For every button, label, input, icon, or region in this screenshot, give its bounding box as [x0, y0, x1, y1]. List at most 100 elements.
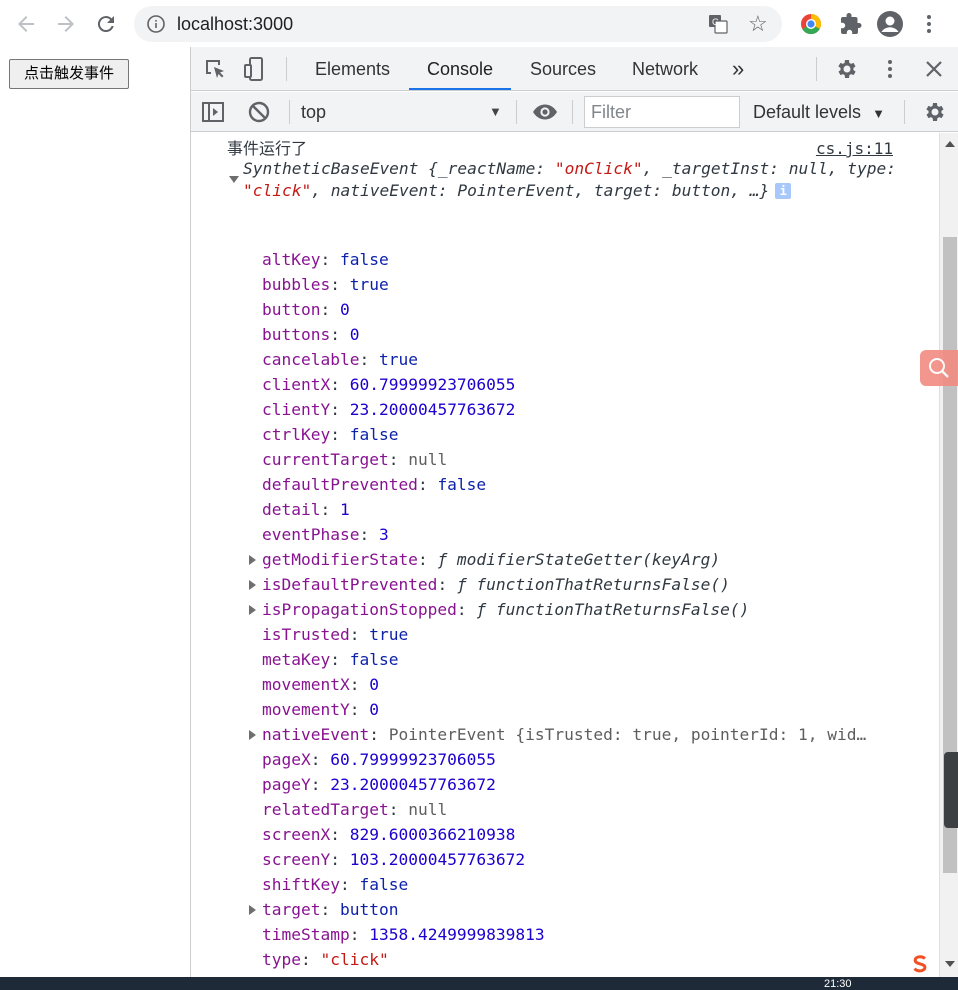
- property-row: cancelable: true: [262, 350, 418, 369]
- object-summary-text: , _targetInst:: [642, 159, 789, 178]
- property-row: altKey: false: [262, 250, 389, 269]
- expand-triangle-icon[interactable]: [249, 555, 256, 565]
- address-bar[interactable]: localhost:3000 G ☆: [134, 6, 782, 42]
- translate-icon[interactable]: G: [708, 14, 728, 39]
- property-row[interactable]: isDefaultPrevented: ƒ functionThatReturn…: [262, 572, 730, 597]
- profile-avatar-icon[interactable]: [876, 10, 904, 43]
- ime-s-icon[interactable]: [908, 952, 932, 976]
- property-value: PointerEvent {isTrusted: true, pointerId…: [388, 725, 867, 744]
- separator: [816, 57, 817, 81]
- settings-gear-icon[interactable]: [834, 57, 858, 86]
- property-row: movementX: 0: [262, 675, 379, 694]
- sidebar-toggle-icon[interactable]: [201, 100, 225, 129]
- property-row: relatedTarget: null: [262, 800, 448, 819]
- more-tabs-button[interactable]: »: [716, 47, 760, 90]
- property-value: false: [359, 875, 409, 894]
- chrome-menu-icon[interactable]: [922, 12, 936, 41]
- tab-sources[interactable]: Sources: [512, 47, 614, 90]
- property-key: isPropagationStopped: [262, 600, 457, 619]
- property-row: pageX: 60.79999923706055: [262, 750, 496, 769]
- tab-elements[interactable]: Elements: [297, 47, 408, 90]
- scroll-down-arrow-icon[interactable]: [945, 961, 955, 967]
- console-settings-gear-icon[interactable]: [922, 100, 946, 129]
- devtools-menu-icon[interactable]: [883, 57, 897, 86]
- property-row: buttons: 0: [262, 325, 360, 344]
- property-key: screenY: [262, 850, 331, 869]
- property-value: false: [437, 475, 487, 494]
- context-selector[interactable]: top ▼: [301, 98, 506, 126]
- property-row[interactable]: isPropagationStopped: ƒ functionThatRetu…: [262, 597, 749, 622]
- property-value: ƒ modifierStateGetter(keyArg): [437, 550, 721, 569]
- separator: [516, 100, 517, 124]
- tab-console[interactable]: Console: [409, 47, 512, 90]
- property-value: 0: [369, 700, 379, 719]
- property-value: false: [349, 425, 399, 444]
- property-value: 23.20000457763672: [349, 400, 516, 419]
- reload-icon[interactable]: [94, 12, 118, 36]
- console-scrollbar[interactable]: [939, 133, 958, 977]
- collapse-triangle-icon[interactable]: [229, 176, 239, 183]
- log-levels-label: Default levels: [753, 102, 862, 122]
- expand-triangle-icon[interactable]: [249, 580, 256, 590]
- property-value: 103.20000457763672: [349, 850, 526, 869]
- property-key: defaultPrevented: [262, 475, 418, 494]
- property-row[interactable]: nativeEvent: PointerEvent {isTrusted: tr…: [262, 722, 866, 747]
- live-expression-eye-icon[interactable]: [532, 100, 558, 129]
- property-key: detail: [262, 500, 321, 519]
- bookmark-star-icon[interactable]: ☆: [748, 11, 768, 37]
- expand-triangle-icon[interactable]: [249, 905, 256, 915]
- browser-toolbar: localhost:3000 G ☆: [0, 0, 958, 47]
- clear-console-icon[interactable]: [247, 100, 271, 129]
- property-row: button: 0: [262, 300, 350, 319]
- property-row: defaultPrevented: false: [262, 475, 487, 494]
- property-value: null: [408, 800, 448, 819]
- log-levels-dropdown[interactable]: Default levels ▼: [753, 98, 885, 126]
- devtools-panel: Elements Console Sources Network » top ▼: [190, 47, 958, 977]
- property-value: ƒ functionThatReturnsFalse(): [456, 575, 730, 594]
- filter-input[interactable]: Filter: [584, 96, 740, 128]
- object-summary-value: "click": [243, 181, 312, 200]
- property-key: pageY: [262, 775, 311, 794]
- property-row: eventPhase: 3: [262, 525, 389, 544]
- property-key: type: [262, 950, 301, 969]
- property-value: false: [349, 650, 399, 669]
- property-key: getModifierState: [262, 550, 418, 569]
- property-key: cancelable: [262, 350, 360, 369]
- os-taskbar: 21:30: [0, 977, 958, 990]
- back-icon[interactable]: [14, 12, 38, 36]
- device-toolbar-icon[interactable]: [243, 57, 267, 86]
- floating-search-icon[interactable]: [920, 350, 958, 386]
- console-output: 事件运行了 cs.js:11 SyntheticBaseEvent {_reac…: [191, 133, 939, 977]
- tab-network[interactable]: Network: [614, 47, 716, 90]
- inspect-element-icon[interactable]: [203, 57, 227, 86]
- expand-triangle-icon[interactable]: [249, 730, 256, 740]
- property-key: isDefaultPrevented: [262, 575, 438, 594]
- page-viewport: 点击触发事件: [0, 47, 190, 977]
- property-value: button: [339, 900, 399, 919]
- expand-triangle-icon[interactable]: [249, 605, 256, 615]
- property-key: pageX: [262, 750, 311, 769]
- property-row: clientY: 23.20000457763672: [262, 400, 516, 419]
- trigger-event-button[interactable]: 点击触发事件: [9, 59, 129, 89]
- event-object-summary[interactable]: SyntheticBaseEvent {_reactName: "onClick…: [243, 158, 907, 202]
- context-value: top: [301, 102, 327, 122]
- console-toolbar: top ▼ Filter Default levels ▼: [191, 92, 958, 132]
- svg-text:G: G: [712, 17, 719, 27]
- close-devtools-icon[interactable]: [923, 57, 945, 86]
- property-row: clientX: 60.79999923706055: [262, 375, 516, 394]
- site-info-icon[interactable]: [146, 14, 166, 39]
- chrome-extension-icon[interactable]: [799, 12, 823, 41]
- scroll-up-arrow-icon[interactable]: [945, 141, 955, 147]
- property-row[interactable]: getModifierState: ƒ modifierStateGetter(…: [262, 547, 720, 572]
- property-value: "click": [320, 950, 389, 969]
- property-row: detail: 1: [262, 500, 350, 519]
- forward-icon[interactable]: [54, 12, 78, 36]
- side-widget-handle[interactable]: [944, 752, 958, 828]
- info-icon[interactable]: i: [775, 183, 792, 199]
- extensions-puzzle-icon[interactable]: [839, 12, 863, 41]
- property-value: 829.6000366210938: [349, 825, 516, 844]
- property-key: movementX: [262, 675, 350, 694]
- property-row: shiftKey: false: [262, 875, 409, 894]
- property-key: currentTarget: [262, 450, 389, 469]
- property-row[interactable]: target: button: [262, 897, 398, 922]
